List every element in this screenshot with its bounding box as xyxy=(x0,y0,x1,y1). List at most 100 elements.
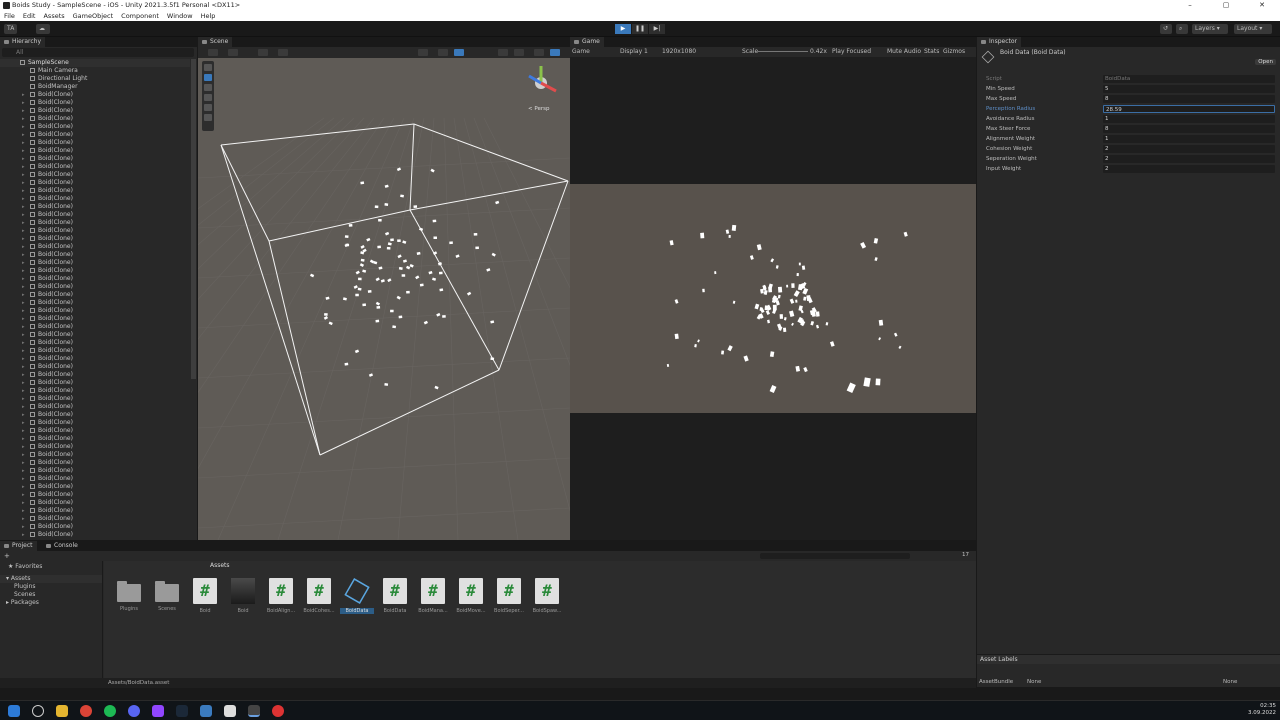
hierarchy-item-boid[interactable]: Boid(Clone) xyxy=(0,475,190,483)
spotify-icon[interactable] xyxy=(104,705,116,717)
property-field[interactable]: 2 xyxy=(1103,155,1275,163)
asset-item[interactable]: # BoidCohes... xyxy=(302,578,336,614)
asset-item[interactable]: # BoidData xyxy=(378,578,412,614)
property-field[interactable]: 2 xyxy=(1103,165,1275,173)
effects-button[interactable] xyxy=(498,49,508,56)
hierarchy-item-boid[interactable]: Boid(Clone) xyxy=(0,275,190,283)
draw-mode-button[interactable] xyxy=(228,49,238,56)
layout-dropdown[interactable]: Layout ▾ xyxy=(1234,24,1272,34)
property-field[interactable]: 2 xyxy=(1103,145,1275,153)
hierarchy-item-boid[interactable]: Boid(Clone) xyxy=(0,371,190,379)
hierarchy-item-boid[interactable]: Boid(Clone) xyxy=(0,251,190,259)
play-focused-dropdown[interactable]: Play Focused xyxy=(832,47,871,57)
asset-item[interactable]: # BoidMana... xyxy=(416,578,450,614)
hierarchy-item-boid[interactable]: Boid(Clone) xyxy=(0,299,190,307)
property-field[interactable]: 5 xyxy=(1103,85,1275,93)
hierarchy-item-boid[interactable]: Boid(Clone) xyxy=(0,283,190,291)
hierarchy-item-boid[interactable]: Boid(Clone) xyxy=(0,363,190,371)
hierarchy-item-boid[interactable]: Boid(Clone) xyxy=(0,243,190,251)
shading-mode-button[interactable] xyxy=(208,49,218,56)
start-icon[interactable] xyxy=(8,705,20,717)
property-field[interactable]: 8 xyxy=(1103,95,1275,103)
chrome-icon[interactable] xyxy=(80,705,92,717)
persp-label[interactable]: < Persp xyxy=(528,106,549,112)
hierarchy-item-boid[interactable]: Boid(Clone) xyxy=(0,179,190,187)
hierarchy-item-boid[interactable]: Boid(Clone) xyxy=(0,467,190,475)
hierarchy-item-boid[interactable]: Boid(Clone) xyxy=(0,443,190,451)
hierarchy-item-boid[interactable]: Boid(Clone) xyxy=(0,523,190,531)
hierarchy-item-boid[interactable]: Boid(Clone) xyxy=(0,491,190,499)
hierarchy-item-boid[interactable]: Boid(Clone) xyxy=(0,427,190,435)
hierarchy-item-boid[interactable]: Boid(Clone) xyxy=(0,115,190,123)
add-icon[interactable]: + xyxy=(4,552,10,560)
hand-tool-icon[interactable] xyxy=(204,64,212,71)
hierarchy-item-boid[interactable]: Boid(Clone) xyxy=(0,171,190,179)
hierarchy-item-boid[interactable]: Boid(Clone) xyxy=(0,419,190,427)
hierarchy-item-boid[interactable]: Boid(Clone) xyxy=(0,315,190,323)
display-dropdown[interactable]: Display 1 xyxy=(620,47,648,57)
hierarchy-item-boid[interactable]: Boid(Clone) xyxy=(0,155,190,163)
tab-console[interactable]: Console xyxy=(42,541,82,551)
menu-gameobject[interactable]: GameObject xyxy=(73,11,114,21)
explorer-icon[interactable] xyxy=(56,705,68,717)
play-button[interactable]: ▶ xyxy=(615,24,631,34)
2d-toggle[interactable] xyxy=(418,49,428,56)
transform-tool-icon[interactable] xyxy=(204,114,212,121)
hierarchy-item-main-camera[interactable]: Main Camera xyxy=(0,67,190,75)
gizmos-dropdown[interactable]: Gizmos xyxy=(943,47,965,57)
snap-button[interactable] xyxy=(258,49,268,56)
hierarchy-item-boid[interactable]: Boid(Clone) xyxy=(0,331,190,339)
game-mode-dropdown[interactable]: Game xyxy=(572,47,590,57)
history-icon[interactable]: ↺ xyxy=(1160,24,1172,34)
tab-inspector[interactable]: Inspector xyxy=(977,37,1021,47)
tab-game[interactable]: Game xyxy=(570,37,604,47)
hierarchy-item-boidmanager[interactable]: BoidManager xyxy=(0,83,190,91)
hierarchy-item-boid[interactable]: Boid(Clone) xyxy=(0,451,190,459)
hierarchy-item-boid[interactable]: Boid(Clone) xyxy=(0,347,190,355)
resolution-dropdown[interactable]: 1920x1080 xyxy=(662,47,696,57)
hierarchy-scene-row[interactable]: SampleScene xyxy=(0,59,190,67)
hierarchy-item-boid[interactable]: Boid(Clone) xyxy=(0,259,190,267)
asset-item[interactable]: # BoidMove... xyxy=(454,578,488,614)
asset-item[interactable]: Scenes xyxy=(150,578,184,612)
asset-item[interactable]: Boid xyxy=(226,578,260,614)
close-button[interactable]: ✕ xyxy=(1244,0,1280,11)
hierarchy-item-boid[interactable]: Boid(Clone) xyxy=(0,387,190,395)
tab-hierarchy[interactable]: Hierarchy xyxy=(0,37,46,47)
open-button[interactable]: Open xyxy=(1255,59,1276,65)
cloud-icon[interactable]: ☁ xyxy=(36,24,50,34)
property-field[interactable]: 8 xyxy=(1103,125,1275,133)
hierarchy-item-boid[interactable]: Boid(Clone) xyxy=(0,211,190,219)
hierarchy-item-boid[interactable]: Boid(Clone) xyxy=(0,531,190,539)
project-search-input[interactable] xyxy=(760,553,910,559)
tab-scene[interactable]: Scene xyxy=(198,37,233,47)
menu-file[interactable]: File xyxy=(4,11,15,21)
step-button[interactable]: ▶| xyxy=(649,24,665,34)
tree-item-packages[interactable]: ▸ Packages xyxy=(0,599,102,607)
hierarchy-item-boid[interactable]: Boid(Clone) xyxy=(0,131,190,139)
hierarchy-item-boid[interactable]: Boid(Clone) xyxy=(0,163,190,171)
hierarchy-item-boid[interactable]: Boid(Clone) xyxy=(0,99,190,107)
pause-button[interactable]: ❚❚ xyxy=(632,24,648,34)
asset-item[interactable]: # BoidAlign... xyxy=(264,578,298,614)
hierarchy-item-boid[interactable]: Boid(Clone) xyxy=(0,203,190,211)
hierarchy-item-directional-light[interactable]: Directional Light xyxy=(0,75,190,83)
hierarchy-item-boid[interactable]: Boid(Clone) xyxy=(0,395,190,403)
hierarchy-scrollbar[interactable] xyxy=(191,59,196,379)
search-icon[interactable]: ⌕ xyxy=(1176,24,1188,34)
favorites-item[interactable]: ★ Favorites xyxy=(0,563,102,571)
hierarchy-item-boid[interactable]: Boid(Clone) xyxy=(0,435,190,443)
asset-item[interactable]: BoidData xyxy=(340,578,374,614)
rotate-tool-icon[interactable] xyxy=(204,84,212,91)
hierarchy-item-boid[interactable]: Boid(Clone) xyxy=(0,187,190,195)
scale-slider[interactable] xyxy=(758,51,808,52)
account-button[interactable]: TA xyxy=(4,24,18,34)
hierarchy-item-boid[interactable]: Boid(Clone) xyxy=(0,411,190,419)
audio-toggle[interactable] xyxy=(454,49,464,56)
asset-labels-header[interactable]: Asset Labels xyxy=(977,654,1280,664)
game-viewport[interactable] xyxy=(570,184,976,413)
hierarchy-item-boid[interactable]: Boid(Clone) xyxy=(0,307,190,315)
menu-edit[interactable]: Edit xyxy=(23,11,36,21)
steam-icon[interactable] xyxy=(176,705,188,717)
hierarchy-item-boid[interactable]: Boid(Clone) xyxy=(0,339,190,347)
